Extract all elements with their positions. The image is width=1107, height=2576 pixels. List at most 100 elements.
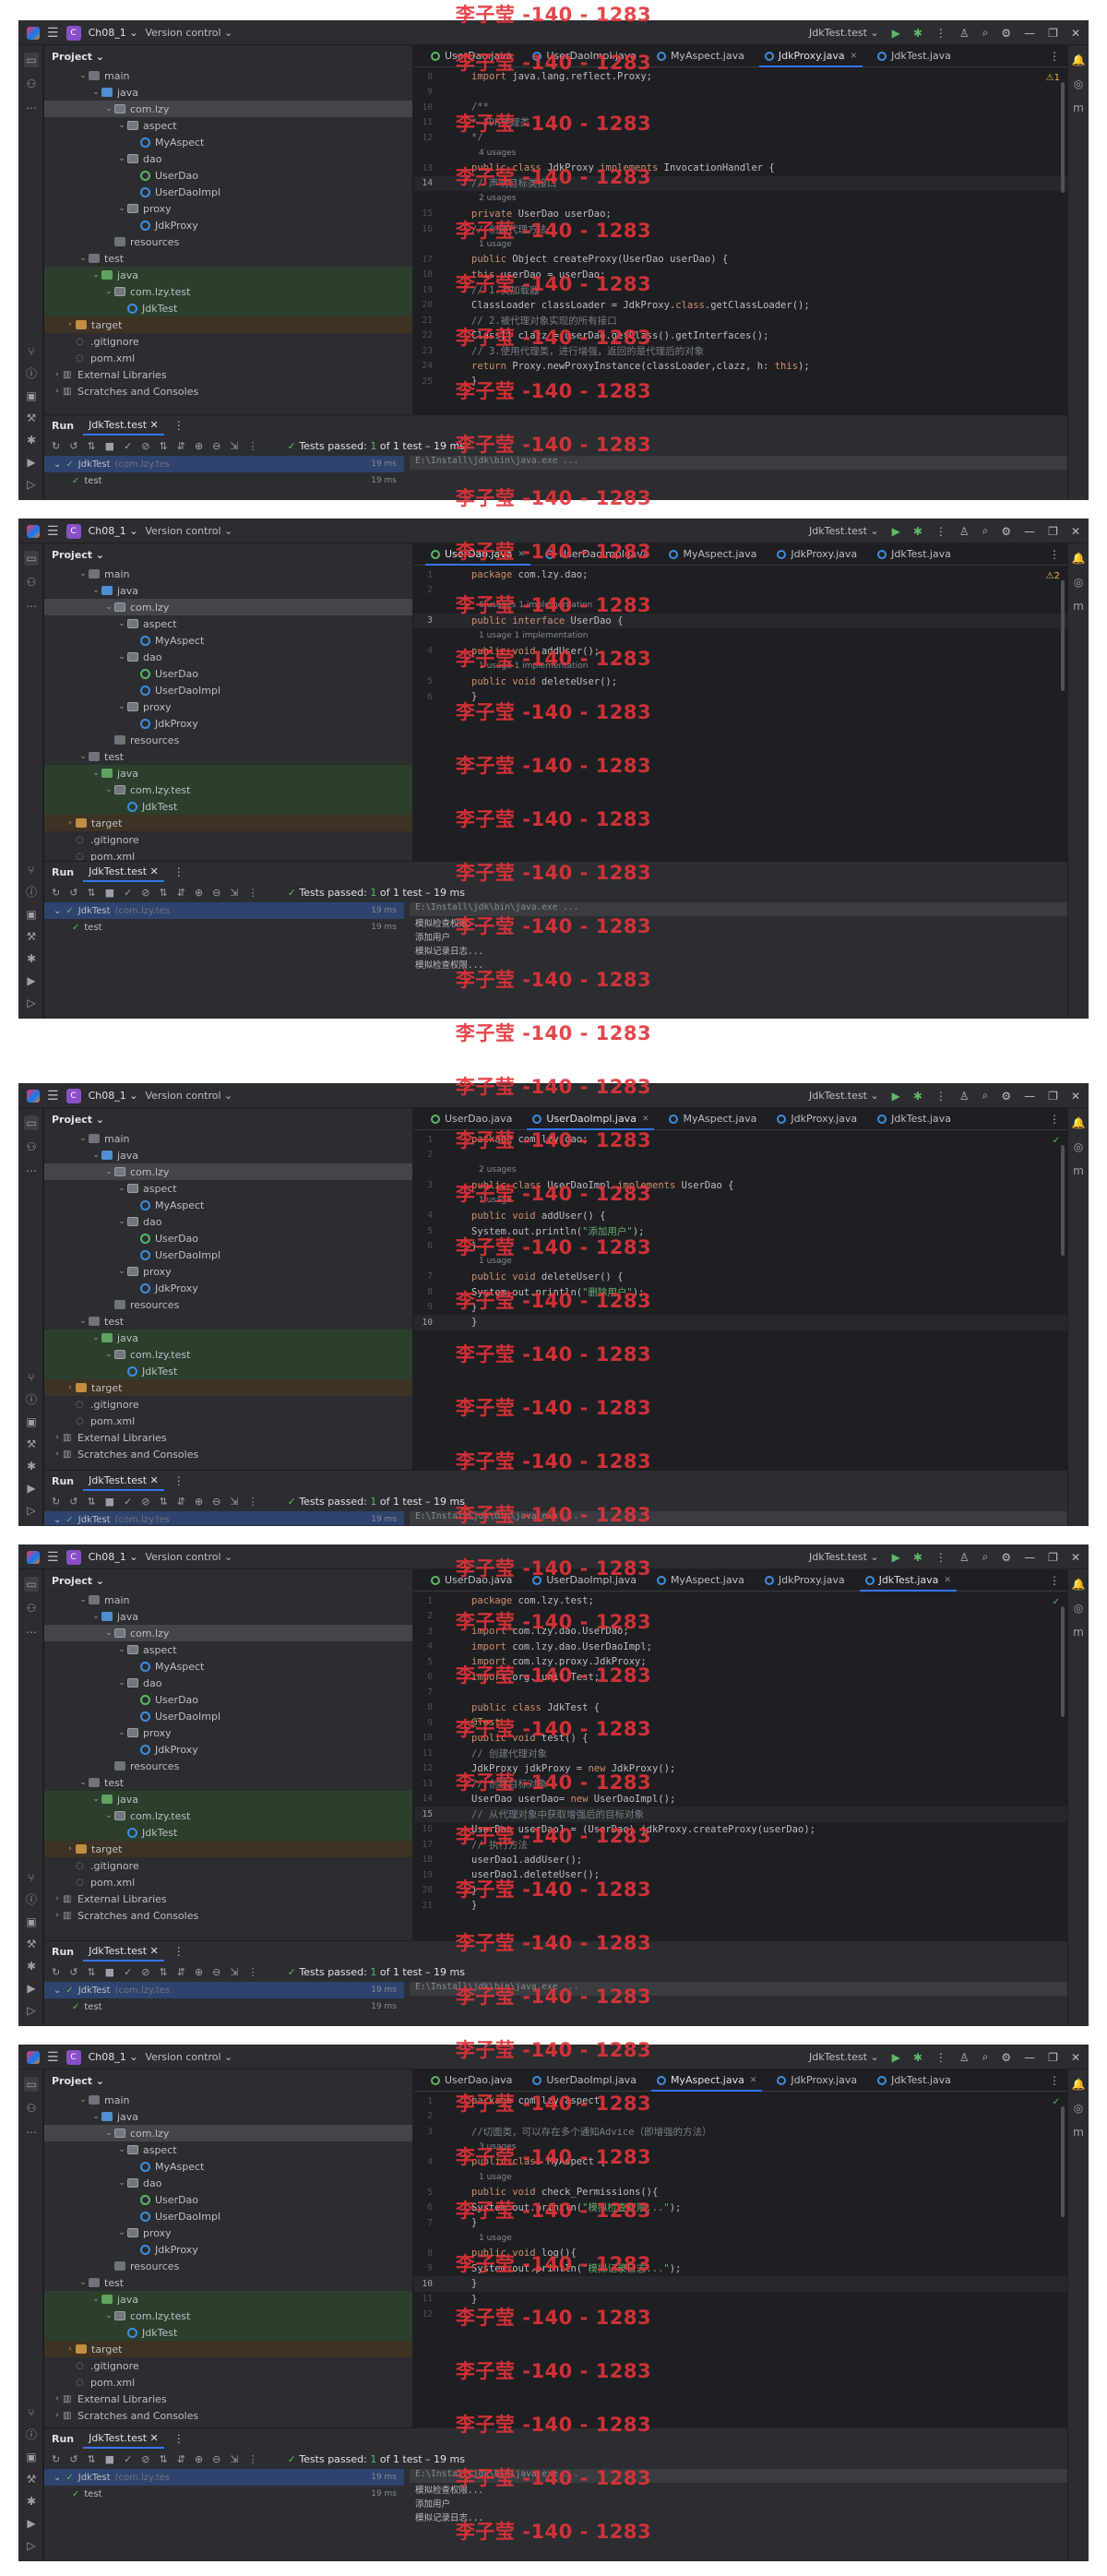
build-icon[interactable]: ⚒ — [24, 929, 39, 944]
expand-arrow-icon[interactable]: ⌄ — [116, 1184, 127, 1193]
close-icon[interactable]: ✕ — [1071, 1551, 1080, 1564]
git-icon[interactable]: ⑂ — [24, 344, 39, 359]
stop-icon[interactable]: ■ — [105, 440, 114, 452]
project-tree-item[interactable]: MyAspect — [44, 134, 412, 150]
account-icon[interactable]: ♙ — [959, 1551, 970, 1564]
project-tree-item[interactable]: ⌄ java — [44, 84, 412, 101]
expand-arrow-icon[interactable]: ⌄ — [90, 586, 101, 595]
close-tab-icon[interactable]: ✕ — [642, 1115, 649, 1124]
editor-tab[interactable]: JdkProxy.java — [768, 543, 866, 566]
project-tree-item[interactable]: ⌄ java — [44, 1791, 412, 1807]
project-panel-title[interactable]: Project ⌄ — [52, 51, 104, 63]
project-tree-item[interactable]: ⌄ main — [44, 1592, 412, 1608]
git-icon[interactable]: ⑂ — [24, 1370, 39, 1385]
expand-arrow-icon[interactable]: ⌄ — [116, 1267, 127, 1276]
sort-icon[interactable]: ⇅ — [160, 1966, 168, 1978]
expand-arrow-icon[interactable]: ⌄ — [103, 602, 114, 612]
editor-scrollbar[interactable] — [1061, 1606, 1065, 1717]
git-icon[interactable]: ⑂ — [24, 863, 39, 877]
expand-arrow-icon[interactable]: ⌄ — [77, 1317, 89, 1326]
structure-icon[interactable]: ⚇ — [24, 2101, 39, 2116]
vcs-selector[interactable]: Version control ⌄ — [145, 27, 232, 39]
account-icon[interactable]: ♙ — [959, 2051, 970, 2064]
editor-tab[interactable]: UserDao.java — [422, 1108, 521, 1130]
project-selector[interactable]: Ch08_1 ⌄ — [89, 1090, 138, 1102]
test-result-root[interactable]: ⌄ ✓ JdkTest (com.lzy.tes 19 ms — [44, 1982, 404, 1998]
expand-arrow-icon[interactable]: ⌄ — [116, 2145, 127, 2154]
minimize-icon[interactable]: — — [1024, 1551, 1035, 1564]
project-tree-item[interactable]: JdkProxy — [44, 715, 412, 732]
account-icon[interactable]: ♙ — [959, 1090, 970, 1103]
project-tree-item[interactable]: ⌄ com.lzy.test — [44, 1807, 412, 1824]
more-icon[interactable]: ⋮ — [935, 1090, 946, 1103]
debug-icon[interactable]: ✱ — [913, 2051, 922, 2064]
sort-icon[interactable]: ⇅ — [160, 440, 168, 452]
test-result-root[interactable]: ⌄ ✓ JdkTest (com.lzy.tes 19 ms — [44, 456, 404, 472]
close-icon[interactable]: ✕ — [1071, 1090, 1080, 1103]
project-tree-item[interactable]: ⌄ proxy — [44, 1263, 412, 1280]
project-tree-item[interactable]: ⌄ aspect — [44, 117, 412, 134]
close-tab-icon[interactable]: ✕ — [518, 550, 525, 559]
project-tree-item[interactable]: › ▥ Scratches and Consoles — [44, 1446, 412, 1462]
project-panel-title[interactable]: Project ⌄ — [52, 1114, 104, 1126]
close-tab-icon[interactable]: ✕ — [851, 52, 858, 61]
more-icon[interactable]: ⋮ — [248, 887, 258, 899]
close-icon[interactable]: ✕ — [1071, 27, 1080, 40]
editor-tab[interactable]: JdkTest.java — [868, 2069, 960, 2092]
database-icon[interactable]: ◎ — [1071, 1601, 1086, 1616]
account-icon[interactable]: ♙ — [959, 525, 970, 538]
problems-icon[interactable]: ⓘ — [24, 1392, 39, 1407]
structure-icon[interactable]: ⚇ — [24, 575, 39, 590]
project-tree-item[interactable]: ◌ pom.xml — [44, 350, 412, 366]
expand-icon[interactable]: ⊕ — [195, 1966, 203, 1978]
folder-icon[interactable]: ▭ — [24, 551, 39, 566]
run-tool-icon[interactable]: ▶ — [24, 1481, 39, 1496]
expand-arrow-icon[interactable]: ⌄ — [103, 287, 114, 296]
run-icon[interactable]: ▶ — [892, 27, 900, 40]
project-tree-item[interactable]: ⌄ proxy — [44, 1724, 412, 1741]
toggle-autotest-icon[interactable]: ⇅ — [87, 2453, 95, 2465]
project-tree-item[interactable]: UserDao — [44, 1230, 412, 1246]
expand-arrow-icon[interactable]: ⌄ — [90, 1612, 101, 1621]
show-ignored-icon[interactable]: ⊘ — [141, 1496, 149, 1508]
expand-arrow-icon[interactable]: ⌄ — [103, 1350, 114, 1359]
expand-arrow-icon[interactable]: › — [65, 2344, 76, 2354]
expand-arrow-icon[interactable]: ⌄ — [103, 1167, 114, 1176]
project-tree-item[interactable]: ◌ .gitignore — [44, 333, 412, 350]
project-tree-item[interactable]: MyAspect — [44, 2158, 412, 2175]
expand-arrow-icon[interactable]: ⌄ — [116, 121, 127, 130]
editor-tab[interactable]: JdkTest.java — [868, 1108, 960, 1130]
expand-arrow-icon[interactable]: ⌄ — [116, 1645, 127, 1654]
expand-arrow-icon[interactable]: › — [65, 320, 76, 329]
structure-icon[interactable]: ⚇ — [24, 77, 39, 91]
expand-arrow-icon[interactable]: ⌄ — [54, 459, 61, 470]
project-tree-item[interactable]: UserDao — [44, 1691, 412, 1708]
expand-arrow-icon[interactable]: ⌄ — [116, 2178, 127, 2188]
expand-icon[interactable]: ⊕ — [195, 1496, 203, 1508]
expand-arrow-icon[interactable]: ⌄ — [77, 1134, 89, 1143]
rerun-failed-icon[interactable]: ↺ — [69, 887, 77, 899]
run-panel-more-icon[interactable]: ⋮ — [173, 865, 184, 878]
notifications-icon[interactable]: 🔔 — [1071, 2077, 1086, 2092]
editor-tab[interactable]: JdkProxy.java ✕ — [756, 45, 866, 67]
project-selector[interactable]: Ch08_1 ⌄ — [89, 2051, 138, 2063]
search-icon[interactable]: ⌕ — [982, 524, 989, 538]
project-tree-item[interactable]: ⌄ java — [44, 2291, 412, 2308]
editor-tab[interactable]: JdkProxy.java — [768, 1108, 866, 1130]
project-tree-item[interactable]: UserDaoImpl — [44, 1246, 412, 1263]
project-tree-item[interactable]: ⌄ aspect — [44, 1641, 412, 1658]
sort-icon[interactable]: ⇅ — [160, 887, 168, 899]
close-icon[interactable]: ✕ — [1071, 525, 1080, 538]
more-tools-icon[interactable]: ⋯ — [24, 101, 39, 115]
main-menu-icon[interactable]: ☰ — [47, 2050, 59, 2065]
services-icon[interactable]: ▷ — [24, 1503, 39, 1518]
project-tree-item[interactable]: ⌄ test — [44, 748, 412, 765]
project-tree-item[interactable]: ⌄ com.lzy — [44, 599, 412, 615]
problems-icon[interactable]: ⓘ — [24, 885, 39, 900]
more-icon[interactable]: ⋮ — [935, 2051, 946, 2064]
editor-scrollbar[interactable] — [1061, 1145, 1065, 1256]
project-tree-item[interactable]: ⌄ proxy — [44, 2224, 412, 2241]
show-passed-icon[interactable]: ✓ — [124, 440, 132, 452]
settings-icon[interactable]: ⚙ — [1001, 525, 1011, 538]
toggle-autotest-icon[interactable]: ⇅ — [87, 1496, 95, 1508]
